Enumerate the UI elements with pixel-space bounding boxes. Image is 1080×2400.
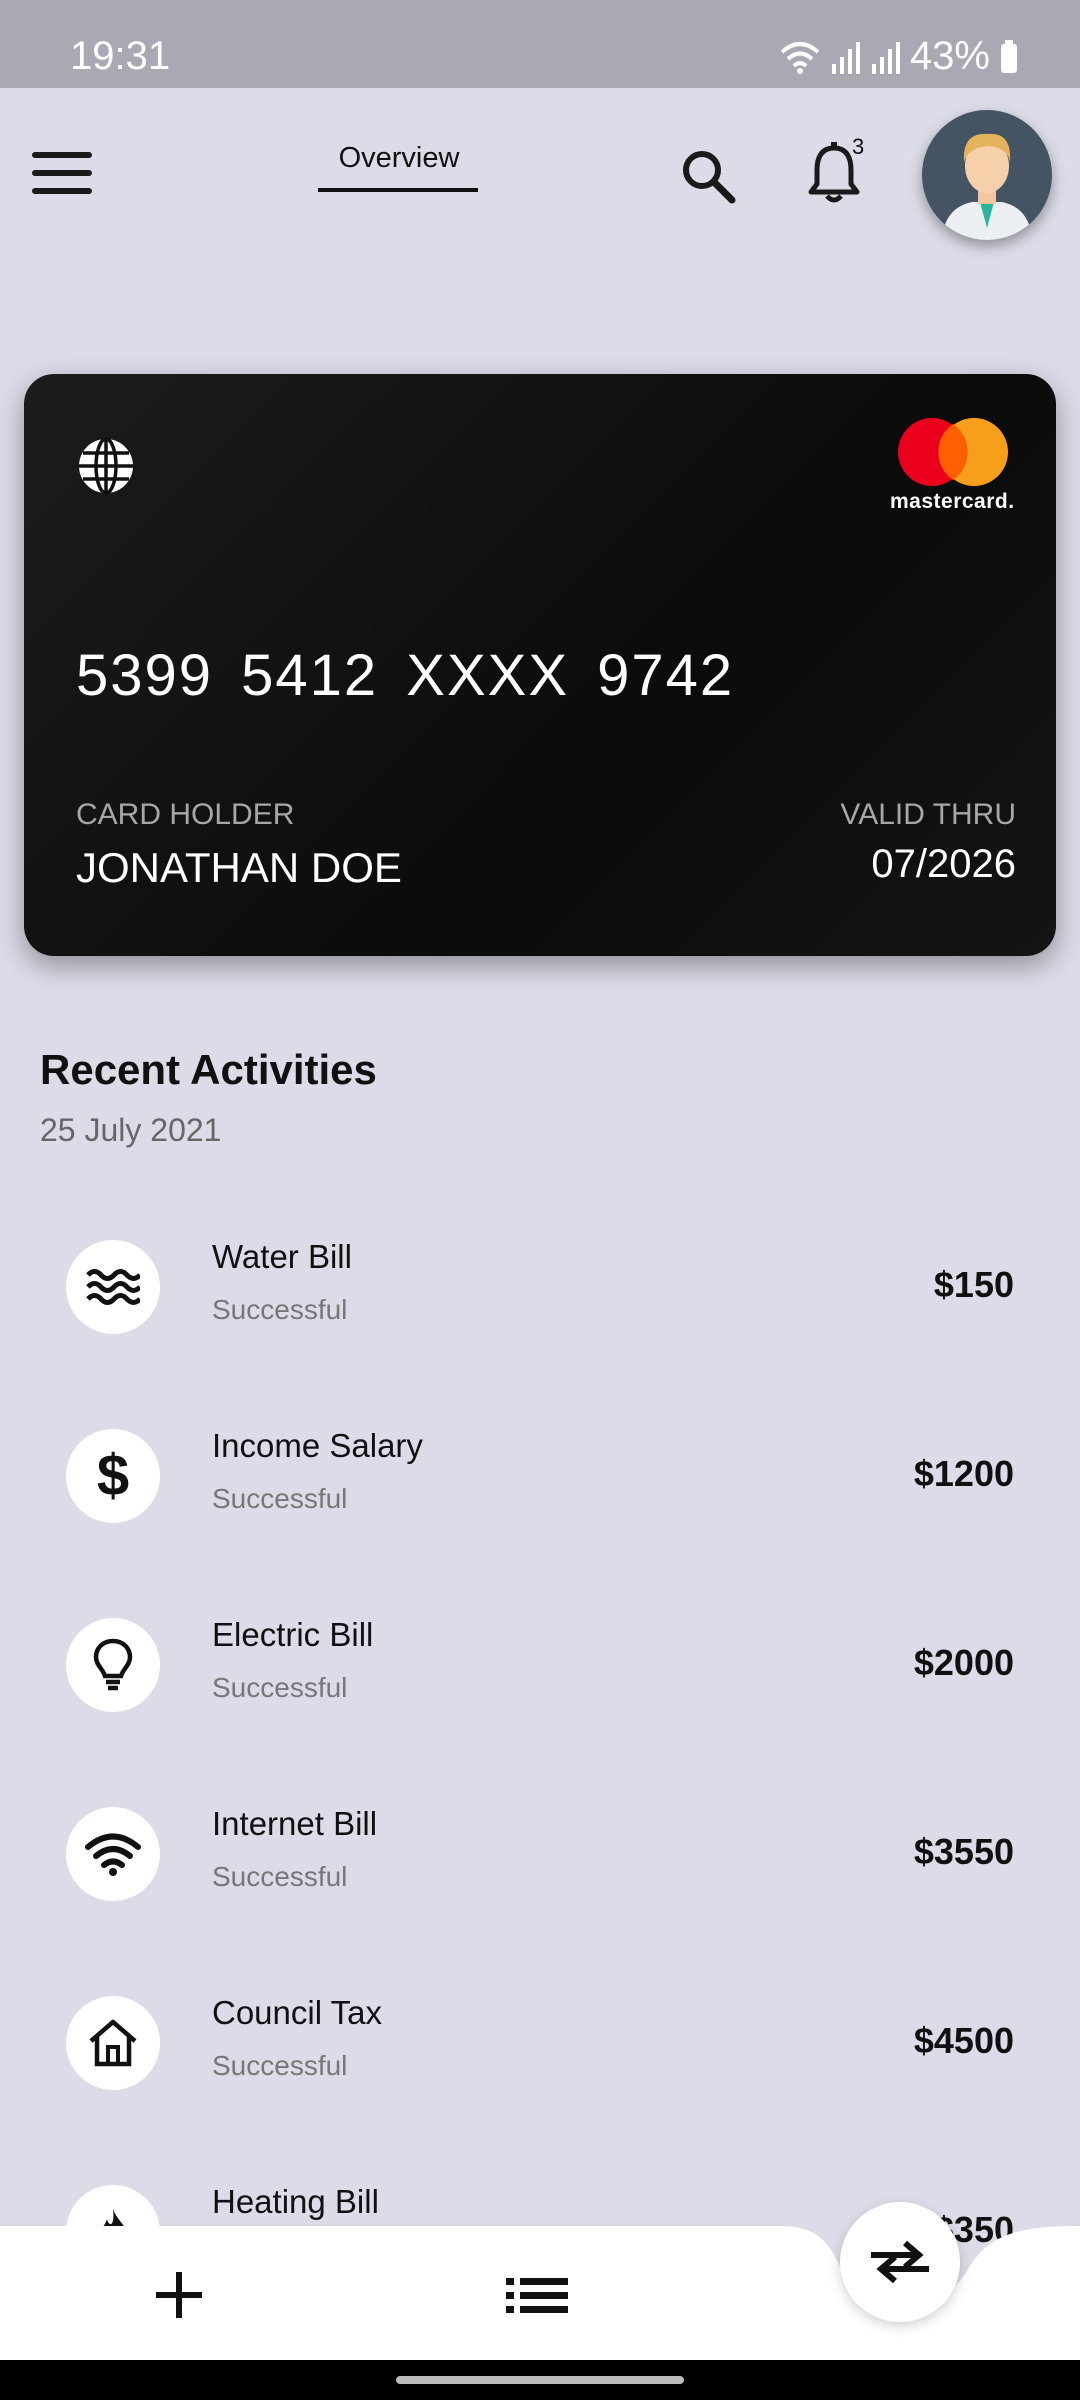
battery-icon xyxy=(1001,39,1017,73)
swap-arrows-icon xyxy=(871,2240,929,2284)
signal-icon-2 xyxy=(871,41,900,74)
list-item[interactable]: Electric Bill Successful $2000 xyxy=(0,1616,1080,1768)
item-amount: $4500 xyxy=(913,2020,1014,2061)
wifi-status-icon xyxy=(780,41,820,74)
credit-card[interactable]: mastercard. 5399 5412 XXXX 9742 CARD HOL… xyxy=(24,374,1056,956)
item-status: Successful xyxy=(212,2050,348,2081)
item-name: Electric Bill xyxy=(212,1616,374,1653)
transfer-button[interactable] xyxy=(840,2202,960,2322)
dollar-icon: $ xyxy=(66,1429,160,1523)
valid-thru-date: 07/2026 xyxy=(871,842,1016,886)
list-item[interactable]: Council Tax Successful $4500 xyxy=(0,1994,1080,2146)
list-icon[interactable] xyxy=(506,2276,568,2316)
mastercard-wordmark: mastercard. xyxy=(890,490,1015,513)
avatar[interactable] xyxy=(922,110,1052,240)
item-amount: $150 xyxy=(933,1264,1014,1305)
item-amount: $3550 xyxy=(913,1831,1014,1872)
item-name: Internet Bill xyxy=(212,1805,378,1842)
status-time: 19:31 xyxy=(70,34,171,78)
list-item[interactable]: Water Bill Successful $150 xyxy=(0,1238,1080,1390)
globe-icon xyxy=(79,437,133,495)
search-icon[interactable] xyxy=(678,146,738,206)
item-amount: $1200 xyxy=(913,1453,1014,1494)
item-name: Water Bill xyxy=(212,1238,352,1275)
item-status: Successful xyxy=(212,1672,348,1703)
tab-underline xyxy=(318,188,478,192)
wifi-icon xyxy=(66,1807,160,1901)
home-indicator[interactable] xyxy=(396,2376,684,2384)
section-date: 25 July 2021 xyxy=(40,1112,222,1148)
house-icon xyxy=(66,1996,160,2090)
item-status: Successful xyxy=(212,1294,348,1325)
menu-icon[interactable] xyxy=(32,150,94,198)
card-holder-label: CARD HOLDER xyxy=(76,798,295,831)
mastercard-logo: mastercard. xyxy=(888,416,1018,516)
list-item[interactable]: $ Income Salary Successful $1200 xyxy=(0,1427,1080,1579)
add-button[interactable] xyxy=(152,2268,206,2322)
item-name: Income Salary xyxy=(212,1427,423,1464)
status-right: 43% xyxy=(780,34,1018,79)
section-title: Recent Activities xyxy=(40,1046,377,1093)
item-status: Successful xyxy=(212,1861,348,1892)
lightbulb-icon xyxy=(66,1618,160,1712)
card-holder-name: JONATHAN DOE xyxy=(76,844,402,891)
signal-icon xyxy=(831,41,860,74)
list-item[interactable]: Internet Bill Successful $3550 xyxy=(0,1805,1080,1957)
notification-badge: 3 xyxy=(852,134,865,159)
item-amount: $2000 xyxy=(913,1642,1014,1683)
item-status: Successful xyxy=(212,1483,348,1514)
person-icon xyxy=(942,133,1032,240)
battery-percent: 43% xyxy=(909,34,990,78)
card-number: 5399 5412 XXXX 9742 xyxy=(76,643,735,708)
item-name: Heating Bill xyxy=(212,2183,379,2220)
tab-overview[interactable]: Overview xyxy=(318,142,480,175)
water-waves-icon xyxy=(66,1240,160,1334)
item-name: Council Tax xyxy=(212,1994,382,2031)
valid-thru-label: VALID THRU xyxy=(840,798,1016,831)
